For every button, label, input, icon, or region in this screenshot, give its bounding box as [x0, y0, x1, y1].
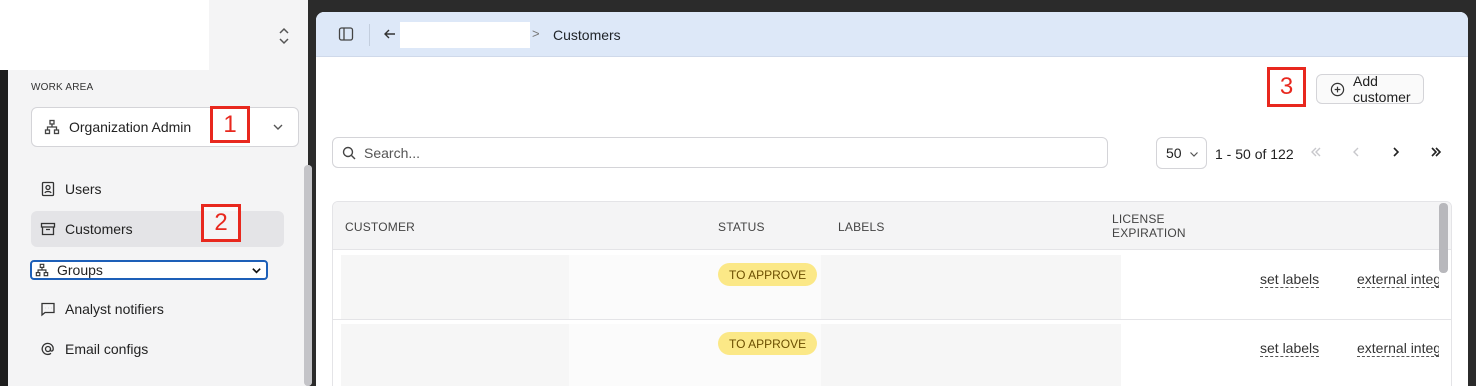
chevron-down-icon — [1190, 152, 1198, 157]
last-page-button[interactable] — [1428, 144, 1444, 160]
chevrons-up-down-icon[interactable] — [276, 27, 292, 45]
search-input[interactable] — [364, 144, 1064, 161]
archive-box-icon — [40, 221, 56, 237]
sidebar-item-email-configs[interactable]: Email configs — [31, 331, 284, 367]
sidebar-item-label: Analyst notifiers — [65, 301, 164, 317]
sidebar-item-analyst-notifiers[interactable]: Analyst notifiers — [31, 291, 284, 327]
sidebar-scrollbar-thumb[interactable] — [304, 165, 312, 386]
column-header-status[interactable]: STATUS — [718, 220, 765, 234]
customer-cell-redacted — [341, 324, 569, 386]
set-labels-link[interactable]: set labels — [1260, 271, 1320, 288]
org-select[interactable]: Organization Admin — [31, 107, 299, 147]
org-select-value: Organization Admin — [69, 119, 192, 135]
external-integrations-link[interactable]: external integ — [1357, 271, 1439, 288]
breadcrumb-current: Customers — [553, 27, 621, 43]
breadcrumb-bar: > Customers — [316, 12, 1468, 57]
topbar-divider — [369, 24, 370, 46]
table-row[interactable]: TO APPROVE set labels external integ — [333, 251, 1451, 320]
add-customer-button[interactable]: Add customer — [1316, 73, 1424, 105]
table-row[interactable]: TO APPROVE set labels external integ — [333, 320, 1451, 386]
sidebar-item-label: Email configs — [65, 341, 149, 357]
sidebar-item-groups[interactable]: Groups — [30, 260, 268, 280]
annotation-marker-2: 2 — [201, 204, 241, 242]
logo-area — [0, 0, 209, 70]
plus-circle-icon — [1330, 82, 1345, 97]
add-customer-label: Add customer — [1353, 73, 1411, 105]
chevron-down-icon — [252, 268, 261, 274]
window-edge — [0, 70, 8, 386]
customer-cell-redacted — [341, 255, 569, 319]
work-area-label: WORK AREA — [31, 82, 94, 93]
prev-page-button[interactable] — [1348, 144, 1364, 160]
breadcrumb-separator: > — [532, 26, 540, 41]
page-size-select[interactable]: 50 — [1156, 137, 1207, 169]
status-badge: TO APPROVE — [718, 332, 818, 355]
table-scrollbar-thumb[interactable] — [1439, 203, 1448, 273]
column-header-license-expiration[interactable]: LICENSE EXPIRATION — [1112, 212, 1192, 240]
external-integrations-link[interactable]: external integ — [1357, 340, 1439, 357]
search-field[interactable] — [332, 137, 1108, 168]
message-square-icon — [40, 301, 56, 317]
chevrons-left-icon — [1311, 147, 1321, 157]
annotation-marker-3: 3 — [1267, 67, 1306, 107]
sidebar-item-label: Users — [65, 181, 102, 197]
chevron-down-icon — [273, 124, 283, 130]
breadcrumb-redacted[interactable] — [400, 22, 530, 48]
arrow-left-icon[interactable] — [383, 27, 397, 41]
set-labels-link[interactable]: set labels — [1260, 340, 1320, 357]
search-icon — [342, 146, 356, 160]
next-page-button[interactable] — [1388, 144, 1404, 160]
column-header-labels[interactable]: LABELS — [838, 220, 885, 234]
annotation-marker-1: 1 — [210, 106, 250, 143]
status-badge: TO APPROVE — [718, 263, 818, 286]
sidebar-toggle-icon[interactable] — [338, 26, 354, 42]
page-size-value: 50 — [1166, 145, 1182, 161]
user-card-icon — [40, 181, 56, 197]
window-top-strip — [201, 0, 1476, 4]
first-page-button[interactable] — [1308, 144, 1324, 160]
sidebar-item-label: Groups — [57, 262, 103, 278]
hierarchy-icon — [35, 263, 49, 277]
sidebar-item-customers[interactable]: Customers — [31, 211, 284, 247]
column-header-customer[interactable]: CUSTOMER — [345, 220, 415, 234]
chevrons-right-icon — [1431, 147, 1442, 157]
hierarchy-icon — [44, 119, 60, 135]
labels-cell-redacted — [821, 255, 1121, 319]
customers-table: CUSTOMER STATUS LABELS LICENSE EXPIRATIO… — [332, 201, 1452, 386]
at-sign-icon — [40, 341, 56, 357]
pagination-range: 1 - 50 of 122 — [1215, 146, 1294, 162]
sidebar: WORK AREA Organization Admin Users Custo… — [0, 0, 312, 386]
chevron-left-icon — [1353, 147, 1359, 157]
labels-cell-redacted — [821, 324, 1121, 386]
sidebar-item-label: Customers — [65, 221, 133, 237]
chevron-right-icon — [1393, 147, 1400, 157]
sidebar-item-users[interactable]: Users — [31, 171, 284, 207]
app-root: WORK AREA Organization Admin Users Custo… — [0, 0, 1476, 386]
table-header: CUSTOMER STATUS LABELS LICENSE EXPIRATIO… — [333, 202, 1451, 250]
